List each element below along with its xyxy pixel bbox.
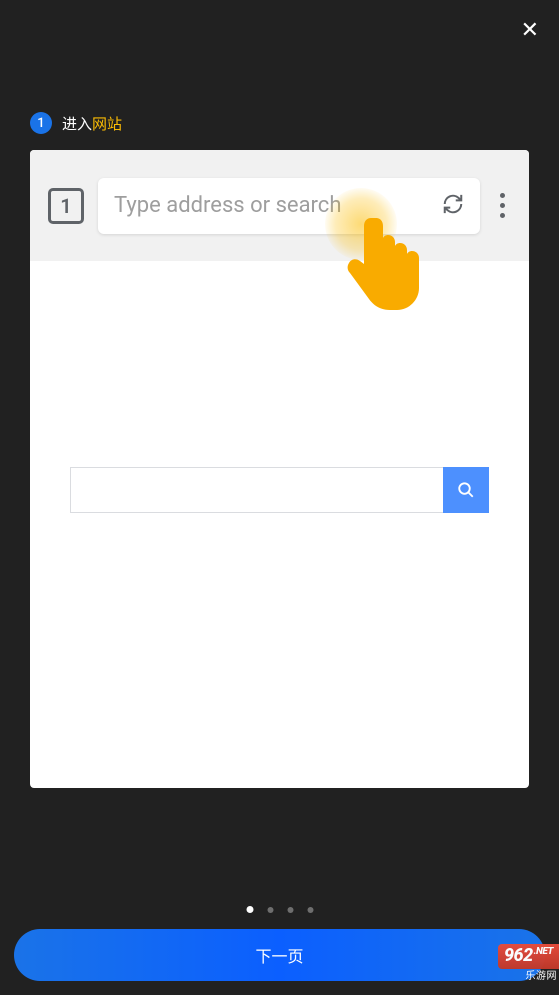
pagination-dots [246,906,313,913]
page-dot-4[interactable] [307,907,313,913]
step-header: 1 进入网站 [30,112,122,134]
page-dot-3[interactable] [287,907,293,913]
address-bar[interactable]: Type address or search [98,178,480,234]
tab-count-button[interactable]: 1 [48,188,84,224]
step-text-highlight: 网站 [92,115,122,133]
watermark-main: 962 [504,945,533,966]
browser-content [30,261,529,513]
watermark: 962.NET 乐游网 [431,937,559,981]
search-input[interactable] [70,467,443,513]
step-number-badge: 1 [30,112,52,134]
menu-button[interactable] [494,193,511,218]
search-row [70,467,489,513]
watermark-suffix: .NET [534,946,553,957]
reload-icon[interactable] [442,193,464,219]
watermark-logo: 962.NET [498,944,559,969]
search-icon [457,481,475,499]
step-title: 进入网站 [62,113,122,134]
step-text-prefix: 进入 [62,115,92,133]
browser-toolbar: 1 Type address or search [30,150,529,261]
page-dot-1[interactable] [246,906,253,913]
address-placeholder: Type address or search [114,193,432,218]
watermark-subtitle: 乐游网 [526,967,558,982]
search-button[interactable] [443,467,489,513]
close-button[interactable]: ✕ [521,18,539,43]
page-dot-2[interactable] [267,907,273,913]
tutorial-screenshot: 1 Type address or search [30,150,529,788]
